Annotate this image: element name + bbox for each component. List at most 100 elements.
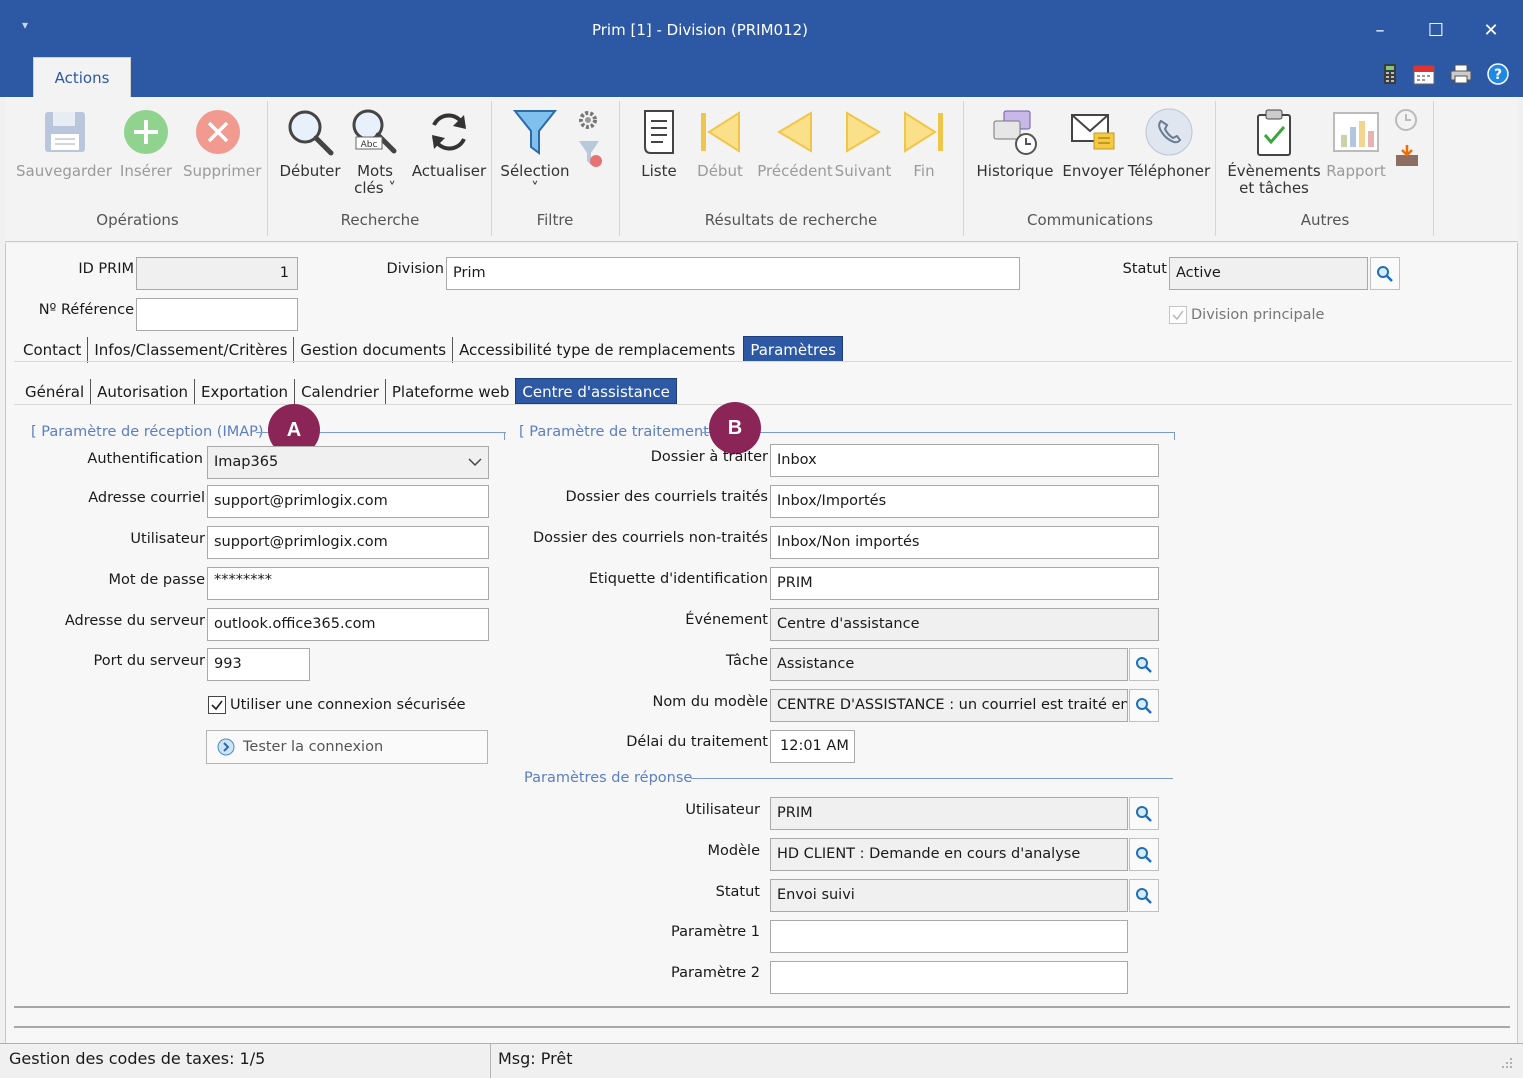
selection-button[interactable]: Sélection ˅ — [500, 105, 570, 197]
subtab-exportation[interactable]: Exportation — [195, 379, 296, 405]
traitement-section-end — [1174, 432, 1175, 440]
password-field[interactable]: ******** — [207, 567, 489, 600]
keywords-button[interactable]: Abc Mots clés ˅ — [340, 105, 410, 197]
param2-label: Paramètre 2 — [671, 965, 760, 981]
reference-field[interactable] — [136, 298, 298, 331]
division-principale-checkbox[interactable] — [1169, 306, 1187, 324]
model-label: Modèle — [707, 843, 760, 859]
tabs-divider — [14, 361, 1512, 362]
keyword-search-icon: Abc — [352, 109, 397, 154]
keywords-label-2: clés ˅ — [354, 179, 396, 197]
help-icon[interactable]: ? — [1486, 62, 1510, 86]
tab-parametres[interactable]: Paramètres — [743, 336, 843, 362]
reponse-status-field[interactable]: Envoi suivi — [770, 879, 1128, 912]
division-field[interactable]: Prim — [446, 257, 1020, 290]
search-icon — [1136, 805, 1152, 822]
minimize-button[interactable]: – — [1360, 16, 1400, 46]
task-label: Tâche — [725, 653, 768, 669]
tab-actions[interactable]: Actions — [33, 57, 131, 97]
delay-field[interactable]: 12:01 AM — [770, 730, 855, 763]
task-field[interactable]: Assistance — [770, 648, 1128, 681]
maximize-button[interactable]: ☐ — [1416, 16, 1456, 46]
insert-button[interactable]: Insérer — [111, 105, 181, 180]
refresh-button[interactable]: Actualiser — [410, 105, 488, 180]
secure-connection-checkbox[interactable] — [208, 696, 226, 714]
subtab-autorisation[interactable]: Autorisation — [91, 379, 196, 405]
reponse-user-field[interactable]: PRIM — [770, 797, 1128, 830]
first-button[interactable]: Début — [687, 105, 753, 180]
send-button[interactable]: Envoyer — [1058, 105, 1128, 180]
param2-field[interactable] — [770, 961, 1128, 994]
calculator-icon[interactable] — [1378, 62, 1402, 86]
subtab-calendrier[interactable]: Calendrier — [295, 379, 386, 405]
subtab-general[interactable]: Général — [19, 379, 92, 405]
clock-history-icon[interactable] — [1393, 107, 1419, 133]
tag-field[interactable]: PRIM — [770, 567, 1159, 600]
password-label: Mot de passe — [108, 572, 205, 588]
port-field[interactable]: 993 — [207, 648, 310, 681]
traitement-section-title-text: Paramètre de traitement — [529, 424, 709, 440]
window-title: Prim [1] - Division (PRIM012) — [591, 21, 809, 39]
email-field[interactable]: support@primlogix.com — [207, 485, 489, 518]
filter-settings-icon[interactable] — [575, 107, 601, 133]
calendar-icon[interactable] — [1412, 62, 1436, 86]
clear-filter-icon[interactable] — [577, 139, 603, 169]
task-search-button[interactable] — [1129, 648, 1159, 681]
reponse-status-search-button[interactable] — [1129, 879, 1159, 912]
subtab-plateforme-web[interactable]: Plateforme web — [386, 379, 516, 405]
param1-field[interactable] — [770, 920, 1128, 953]
delete-button[interactable]: Supprimer — [183, 105, 261, 180]
tab-accessibilite[interactable]: Accessibilité type de remplacements — [453, 337, 741, 363]
imap-user-field[interactable]: support@primlogix.com — [207, 526, 489, 559]
printer-icon[interactable] — [1449, 62, 1473, 86]
group-resultats-label: Résultats de recherche — [704, 211, 878, 229]
server-field[interactable]: outlook.office365.com — [207, 608, 489, 641]
refresh-label: Actualiser — [411, 162, 487, 180]
last-button[interactable]: Fin — [891, 105, 957, 180]
last-record-icon — [904, 111, 943, 153]
reponse-user-search-button[interactable] — [1129, 797, 1159, 830]
ribbon-separator — [963, 101, 964, 236]
close-button[interactable]: ✕ — [1471, 16, 1511, 46]
history-button[interactable]: Historique — [973, 105, 1057, 180]
list-document-icon — [644, 110, 674, 154]
group-autres-label: Autres — [1300, 211, 1350, 229]
phone-button[interactable]: Téléphoner — [1125, 105, 1213, 180]
selection-label: Sélection — [500, 162, 570, 180]
subtab-centre-assistance[interactable]: Centre d'assistance — [515, 378, 677, 404]
model-search-button[interactable] — [1129, 838, 1159, 871]
tab-infos-classement[interactable]: Infos/Classement/Critères — [88, 337, 295, 363]
list-button[interactable]: Liste — [624, 105, 694, 180]
inbox-tray-icon[interactable] — [1393, 143, 1421, 169]
previous-button[interactable]: Précédent — [755, 105, 835, 180]
test-connection-button[interactable]: Tester la connexion — [206, 730, 488, 764]
chevron-down-icon — [468, 458, 482, 467]
statut-search-button[interactable] — [1370, 257, 1400, 290]
ribbon-separator — [1433, 101, 1434, 236]
events-tasks-button[interactable]: Évènements et tâches — [1227, 105, 1321, 197]
template-field[interactable]: CENTRE D'ASSISTANCE : un courriel est tr… — [770, 689, 1128, 722]
processed-field[interactable]: Inbox/Importés — [770, 485, 1159, 518]
resize-grip-icon[interactable] — [1500, 1056, 1514, 1070]
auth-select[interactable]: Imap365 — [207, 446, 489, 479]
template-search-button[interactable] — [1129, 689, 1159, 722]
previous-icon — [777, 111, 812, 153]
save-button[interactable]: Sauvegarder — [16, 105, 112, 180]
reponse-section-line — [691, 778, 1173, 779]
model-field[interactable]: HD CLIENT : Demande en cours d'analyse — [770, 838, 1128, 871]
events-tasks-label-1: Évènements — [1227, 162, 1321, 180]
auth-select-value: Imap365 — [214, 454, 279, 470]
tab-contact[interactable]: Contact — [17, 337, 89, 363]
event-field[interactable]: Centre d'assistance — [770, 608, 1159, 641]
folder-field[interactable]: Inbox — [770, 444, 1159, 477]
next-button[interactable]: Suivant — [830, 105, 896, 180]
report-chart-icon — [1333, 112, 1379, 152]
id-prim-field[interactable]: 1 — [136, 257, 298, 290]
keywords-label-1: Mots — [357, 162, 393, 180]
unprocessed-field[interactable]: Inbox/Non importés — [770, 526, 1159, 559]
checkmark-icon — [1172, 310, 1184, 321]
tab-gestion-documents[interactable]: Gestion documents — [294, 337, 454, 363]
report-button[interactable]: Rapport — [1321, 105, 1391, 180]
statut-field[interactable]: Active — [1169, 257, 1368, 290]
debuter-button[interactable]: Débuter — [275, 105, 345, 180]
